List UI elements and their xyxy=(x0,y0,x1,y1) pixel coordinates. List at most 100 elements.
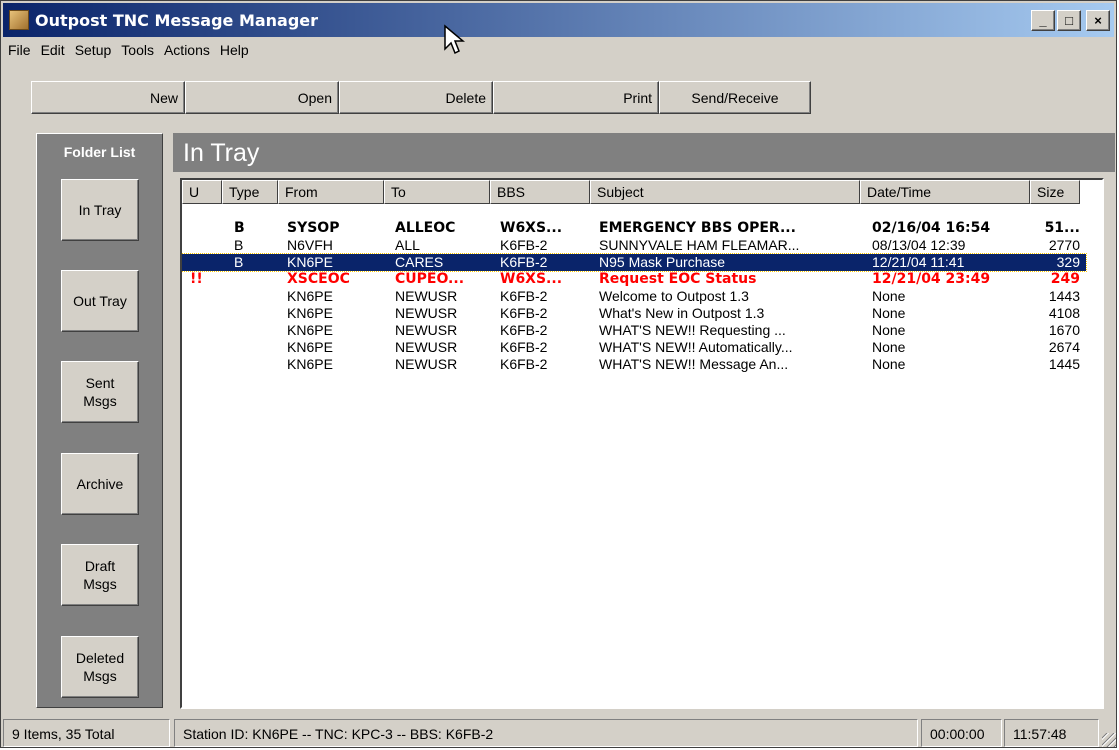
message-size: 4108 xyxy=(1048,305,1080,321)
message-size: 329 xyxy=(1056,254,1080,270)
message-row[interactable]: !! XSCEOC CUPEO... W6XS... Request EOC Statu… xyxy=(182,271,1086,288)
menu-edit[interactable]: Edit xyxy=(36,38,70,60)
message-bbs: K6FB-2 xyxy=(500,305,548,321)
message-subject: SUNNYVALE HAM FLEAMAR... xyxy=(599,237,800,253)
status-item-count: 9 Items, 35 Total xyxy=(3,719,170,747)
status-timer: 00:00:00 xyxy=(921,719,1002,747)
folder-list-title: Folder List xyxy=(63,144,136,160)
menu-bar: File Edit Setup Tools Actions Help xyxy=(3,38,254,60)
close-button[interactable]: × xyxy=(1086,10,1110,31)
message-subject: Welcome to Outpost 1.3 xyxy=(599,288,749,304)
message-to: ALL xyxy=(395,237,420,253)
message-bbs: K6FB-2 xyxy=(500,322,548,338)
folder-deleted-msgs[interactable]: Deleted Msgs xyxy=(61,636,139,698)
app-icon xyxy=(9,10,29,30)
col-header-size[interactable]: Size xyxy=(1030,180,1080,204)
folder-list: Folder List In Tray Out Tray Sent Msgs A… xyxy=(36,133,163,708)
col-header-from[interactable]: From xyxy=(278,180,384,204)
status-station-info: Station ID: KN6PE -- TNC: KPC-3 -- BBS: … xyxy=(174,719,918,747)
message-date: None xyxy=(872,339,906,355)
message-row[interactable]: KN6PE NEWUSR K6FB-2 WHAT'S NEW!! Message An… xyxy=(182,356,1086,373)
folder-draft-msgs[interactable]: Draft Msgs xyxy=(61,544,139,606)
message-date: None xyxy=(872,322,906,338)
folder-in-tray[interactable]: In Tray xyxy=(61,179,139,241)
message-to: NEWUSR xyxy=(395,322,458,338)
message-to: NEWUSR xyxy=(395,288,458,304)
status-clock: 11:57:48 xyxy=(1004,719,1099,747)
col-header-bbs[interactable]: BBS xyxy=(490,180,590,204)
message-to: CARES xyxy=(395,254,444,270)
folder-sent-msgs[interactable]: Sent Msgs xyxy=(61,361,139,423)
message-subject: WHAT'S NEW!! Message An... xyxy=(599,356,789,372)
message-row[interactable]: KN6PE NEWUSR K6FB-2 WHAT'S NEW!! Requesting… xyxy=(182,322,1086,339)
message-from: KN6PE xyxy=(287,254,333,270)
message-date: 12/21/04 23:49 xyxy=(872,271,991,287)
status-bar: 9 Items, 35 Total Station ID: KN6PE -- T… xyxy=(1,715,1118,749)
folder-archive[interactable]: Archive xyxy=(61,453,139,515)
message-to: NEWUSR xyxy=(395,305,458,321)
message-row[interactable]: B SYSOP ALLEOC W6XS... EMERGENCY BBS OPER...… xyxy=(182,220,1086,237)
message-bbs: K6FB-2 xyxy=(500,339,548,355)
message-bbs: K6FB-2 xyxy=(500,237,548,253)
message-from: KN6PE xyxy=(287,339,333,355)
column-headers: U Type From To BBS Subject Date/Time Siz… xyxy=(182,180,1080,204)
resize-grip[interactable] xyxy=(1102,733,1116,747)
message-size: 2674 xyxy=(1048,339,1080,355)
menu-actions[interactable]: Actions xyxy=(159,38,215,60)
message-type: B xyxy=(234,237,244,253)
message-bbs: K6FB-2 xyxy=(500,254,548,270)
message-subject: WHAT'S NEW!! Automatically... xyxy=(599,339,793,355)
toolbar: New Open Delete Print Send/Receive xyxy=(31,81,811,114)
col-header-type[interactable]: Type xyxy=(222,180,278,204)
message-date: 02/16/04 16:54 xyxy=(872,220,991,236)
message-from: KN6PE xyxy=(287,356,333,372)
folder-title-header: In Tray xyxy=(173,133,1115,172)
message-from: KN6PE xyxy=(287,288,333,304)
message-from: XSCEOC xyxy=(287,271,350,287)
open-button[interactable]: Open xyxy=(185,81,339,114)
message-size: 1443 xyxy=(1048,288,1080,304)
folder-out-tray[interactable]: Out Tray xyxy=(61,270,139,332)
print-button[interactable]: Print xyxy=(493,81,659,114)
message-subject: N95 Mask Purchase xyxy=(599,254,726,270)
col-header-u[interactable]: U xyxy=(182,180,222,204)
message-date: None xyxy=(872,356,906,372)
minimize-button[interactable]: _ xyxy=(1031,10,1055,31)
message-row[interactable]: B KN6PE CARES K6FB-2 N95 Mask Purchase 12/21/… xyxy=(182,253,1087,272)
send-receive-button[interactable]: Send/Receive xyxy=(659,81,811,114)
message-from: N6VFH xyxy=(287,237,333,253)
maximize-button[interactable]: □ xyxy=(1057,10,1081,31)
delete-button[interactable]: Delete xyxy=(339,81,493,114)
col-header-datetime[interactable]: Date/Time xyxy=(860,180,1030,204)
message-subject: What's New in Outpost 1.3 xyxy=(599,305,765,321)
col-header-subject[interactable]: Subject xyxy=(590,180,860,204)
message-subject: WHAT'S NEW!! Requesting ... xyxy=(599,322,786,338)
message-size: 249 xyxy=(1050,271,1080,287)
message-size: 51... xyxy=(1044,220,1080,236)
message-bbs: K6FB-2 xyxy=(500,288,548,304)
message-type: B xyxy=(234,220,245,236)
window-title: Outpost TNC Message Manager xyxy=(35,10,319,30)
message-row[interactable]: KN6PE NEWUSR K6FB-2 What's New in Outpost 1… xyxy=(182,305,1086,322)
menu-tools[interactable]: Tools xyxy=(116,38,159,60)
message-u: !! xyxy=(190,271,203,287)
menu-setup[interactable]: Setup xyxy=(70,38,117,60)
menu-file[interactable]: File xyxy=(3,38,36,60)
title-bar[interactable]: Outpost TNC Message Manager _ □ × xyxy=(3,3,1114,37)
message-bbs: W6XS... xyxy=(500,220,563,236)
message-subject: EMERGENCY BBS OPER... xyxy=(599,220,796,236)
message-row[interactable]: B N6VFH ALL K6FB-2 SUNNYVALE HAM FLEAMAR... 0… xyxy=(182,237,1086,254)
message-size: 1670 xyxy=(1048,322,1080,338)
message-row[interactable]: KN6PE NEWUSR K6FB-2 WHAT'S NEW!! Automatica… xyxy=(182,339,1086,356)
menu-help[interactable]: Help xyxy=(215,38,254,60)
message-row[interactable]: KN6PE NEWUSR K6FB-2 Welcome to Outpost 1.3 N… xyxy=(182,288,1086,305)
col-header-to[interactable]: To xyxy=(384,180,490,204)
message-from: KN6PE xyxy=(287,305,333,321)
message-size: 1445 xyxy=(1048,356,1080,372)
message-list[interactable]: U Type From To BBS Subject Date/Time Siz… xyxy=(180,178,1104,709)
message-to: CUPEO... xyxy=(395,271,465,287)
new-button[interactable]: New xyxy=(31,81,185,114)
message-to: ALLEOC xyxy=(395,220,456,236)
mouse-cursor-icon xyxy=(444,24,465,55)
message-date: 12/21/04 11:41 xyxy=(872,254,965,270)
